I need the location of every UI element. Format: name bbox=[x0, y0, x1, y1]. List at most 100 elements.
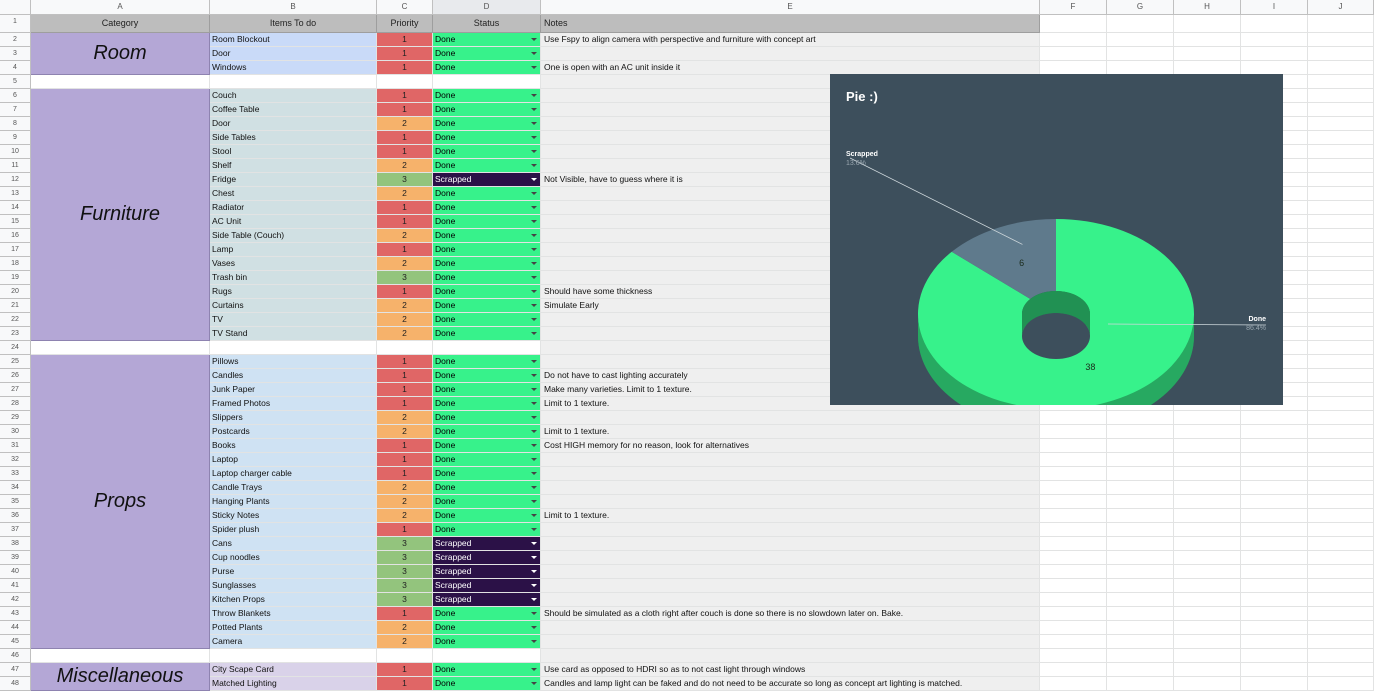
empty-cell[interactable] bbox=[1107, 467, 1174, 481]
priority-cell[interactable]: 2 bbox=[377, 481, 433, 495]
dropdown-arrow-icon[interactable] bbox=[531, 52, 537, 55]
priority-cell[interactable]: 1 bbox=[377, 663, 433, 677]
column-header-g[interactable]: G bbox=[1107, 0, 1174, 15]
status-dropdown[interactable]: Done bbox=[433, 411, 541, 425]
empty-cell[interactable] bbox=[1040, 61, 1107, 75]
empty-cell[interactable] bbox=[1040, 495, 1107, 509]
empty-cell[interactable] bbox=[1241, 523, 1308, 537]
dropdown-arrow-icon[interactable] bbox=[531, 220, 537, 223]
column-header-d[interactable]: D bbox=[433, 0, 541, 15]
row-header[interactable]: 29 bbox=[0, 411, 31, 425]
dropdown-arrow-icon[interactable] bbox=[531, 136, 537, 139]
dropdown-arrow-icon[interactable] bbox=[531, 542, 537, 545]
dropdown-arrow-icon[interactable] bbox=[531, 66, 537, 69]
priority-cell[interactable]: 2 bbox=[377, 159, 433, 173]
category-miscellaneous[interactable]: Miscellaneous bbox=[31, 663, 210, 691]
empty-cell[interactable] bbox=[210, 341, 377, 355]
status-dropdown[interactable]: Done bbox=[433, 355, 541, 369]
select-all-corner[interactable] bbox=[0, 0, 31, 15]
empty-cell[interactable] bbox=[1308, 523, 1374, 537]
empty-cell[interactable] bbox=[1241, 453, 1308, 467]
item-cell[interactable]: AC Unit bbox=[210, 215, 377, 229]
empty-cell[interactable] bbox=[1107, 33, 1174, 47]
notes-cell[interactable] bbox=[541, 621, 1040, 635]
empty-cell[interactable] bbox=[1241, 15, 1308, 33]
priority-cell[interactable]: 3 bbox=[377, 565, 433, 579]
item-cell[interactable]: Spider plush bbox=[210, 523, 377, 537]
status-dropdown[interactable]: Done bbox=[433, 663, 541, 677]
empty-cell[interactable] bbox=[1040, 635, 1107, 649]
status-dropdown[interactable]: Done bbox=[433, 481, 541, 495]
item-cell[interactable]: City Scape Card bbox=[210, 663, 377, 677]
status-dropdown[interactable]: Done bbox=[433, 425, 541, 439]
item-cell[interactable]: Windows bbox=[210, 61, 377, 75]
dropdown-arrow-icon[interactable] bbox=[531, 598, 537, 601]
empty-cell[interactable] bbox=[1174, 495, 1241, 509]
notes-cell[interactable] bbox=[541, 47, 1040, 61]
dropdown-arrow-icon[interactable] bbox=[531, 458, 537, 461]
empty-cell[interactable] bbox=[1040, 439, 1107, 453]
empty-cell[interactable] bbox=[1107, 453, 1174, 467]
item-cell[interactable]: Couch bbox=[210, 89, 377, 103]
status-dropdown[interactable]: Done bbox=[433, 61, 541, 75]
row-header[interactable]: 38 bbox=[0, 537, 31, 551]
empty-cell[interactable] bbox=[1308, 467, 1374, 481]
item-cell[interactable]: Rugs bbox=[210, 285, 377, 299]
header-items[interactable]: Items To do bbox=[210, 15, 377, 33]
dropdown-arrow-icon[interactable] bbox=[531, 164, 537, 167]
status-dropdown[interactable]: Done bbox=[433, 271, 541, 285]
priority-cell[interactable]: 2 bbox=[377, 313, 433, 327]
priority-cell[interactable]: 2 bbox=[377, 327, 433, 341]
priority-cell[interactable]: 2 bbox=[377, 117, 433, 131]
dropdown-arrow-icon[interactable] bbox=[531, 178, 537, 181]
priority-cell[interactable]: 2 bbox=[377, 229, 433, 243]
empty-cell[interactable] bbox=[1040, 33, 1107, 47]
status-dropdown[interactable]: Done bbox=[433, 145, 541, 159]
priority-cell[interactable]: 2 bbox=[377, 299, 433, 313]
empty-cell[interactable] bbox=[1308, 173, 1374, 187]
status-dropdown[interactable]: Done bbox=[433, 131, 541, 145]
item-cell[interactable]: Sticky Notes bbox=[210, 509, 377, 523]
empty-cell[interactable] bbox=[1308, 131, 1374, 145]
status-dropdown[interactable]: Done bbox=[433, 215, 541, 229]
empty-cell[interactable] bbox=[1241, 33, 1308, 47]
item-cell[interactable]: Cup noodles bbox=[210, 551, 377, 565]
empty-cell[interactable] bbox=[1174, 649, 1241, 663]
empty-cell[interactable] bbox=[1107, 439, 1174, 453]
notes-cell[interactable]: One is open with an AC unit inside it bbox=[541, 61, 1040, 75]
empty-cell[interactable] bbox=[377, 649, 433, 663]
empty-cell[interactable] bbox=[1308, 75, 1374, 89]
row-header[interactable]: 23 bbox=[0, 327, 31, 341]
column-header-j[interactable]: J bbox=[1308, 0, 1374, 15]
empty-cell[interactable] bbox=[1308, 635, 1374, 649]
dropdown-arrow-icon[interactable] bbox=[531, 472, 537, 475]
empty-cell[interactable] bbox=[1040, 607, 1107, 621]
row-header[interactable]: 33 bbox=[0, 467, 31, 481]
empty-cell[interactable] bbox=[1241, 425, 1308, 439]
empty-cell[interactable] bbox=[1308, 579, 1374, 593]
empty-cell[interactable] bbox=[1040, 467, 1107, 481]
empty-cell[interactable] bbox=[1040, 425, 1107, 439]
empty-cell[interactable] bbox=[1308, 89, 1374, 103]
priority-cell[interactable]: 2 bbox=[377, 635, 433, 649]
priority-cell[interactable]: 1 bbox=[377, 369, 433, 383]
priority-cell[interactable]: 2 bbox=[377, 425, 433, 439]
notes-cell[interactable] bbox=[541, 593, 1040, 607]
notes-cell[interactable] bbox=[541, 495, 1040, 509]
empty-cell[interactable] bbox=[1174, 439, 1241, 453]
row-header[interactable]: 20 bbox=[0, 285, 31, 299]
row-header[interactable]: 10 bbox=[0, 145, 31, 159]
empty-cell[interactable] bbox=[1308, 61, 1374, 75]
dropdown-arrow-icon[interactable] bbox=[531, 626, 537, 629]
empty-cell[interactable] bbox=[1174, 565, 1241, 579]
notes-cell[interactable] bbox=[541, 453, 1040, 467]
column-header-i[interactable]: I bbox=[1241, 0, 1308, 15]
item-cell[interactable]: Trash bin bbox=[210, 271, 377, 285]
header-priority[interactable]: Priority bbox=[377, 15, 433, 33]
priority-cell[interactable]: 1 bbox=[377, 523, 433, 537]
priority-cell[interactable]: 2 bbox=[377, 411, 433, 425]
status-dropdown[interactable]: Done bbox=[433, 607, 541, 621]
row-header[interactable]: 31 bbox=[0, 439, 31, 453]
item-cell[interactable]: Candles bbox=[210, 369, 377, 383]
row-header[interactable]: 21 bbox=[0, 299, 31, 313]
